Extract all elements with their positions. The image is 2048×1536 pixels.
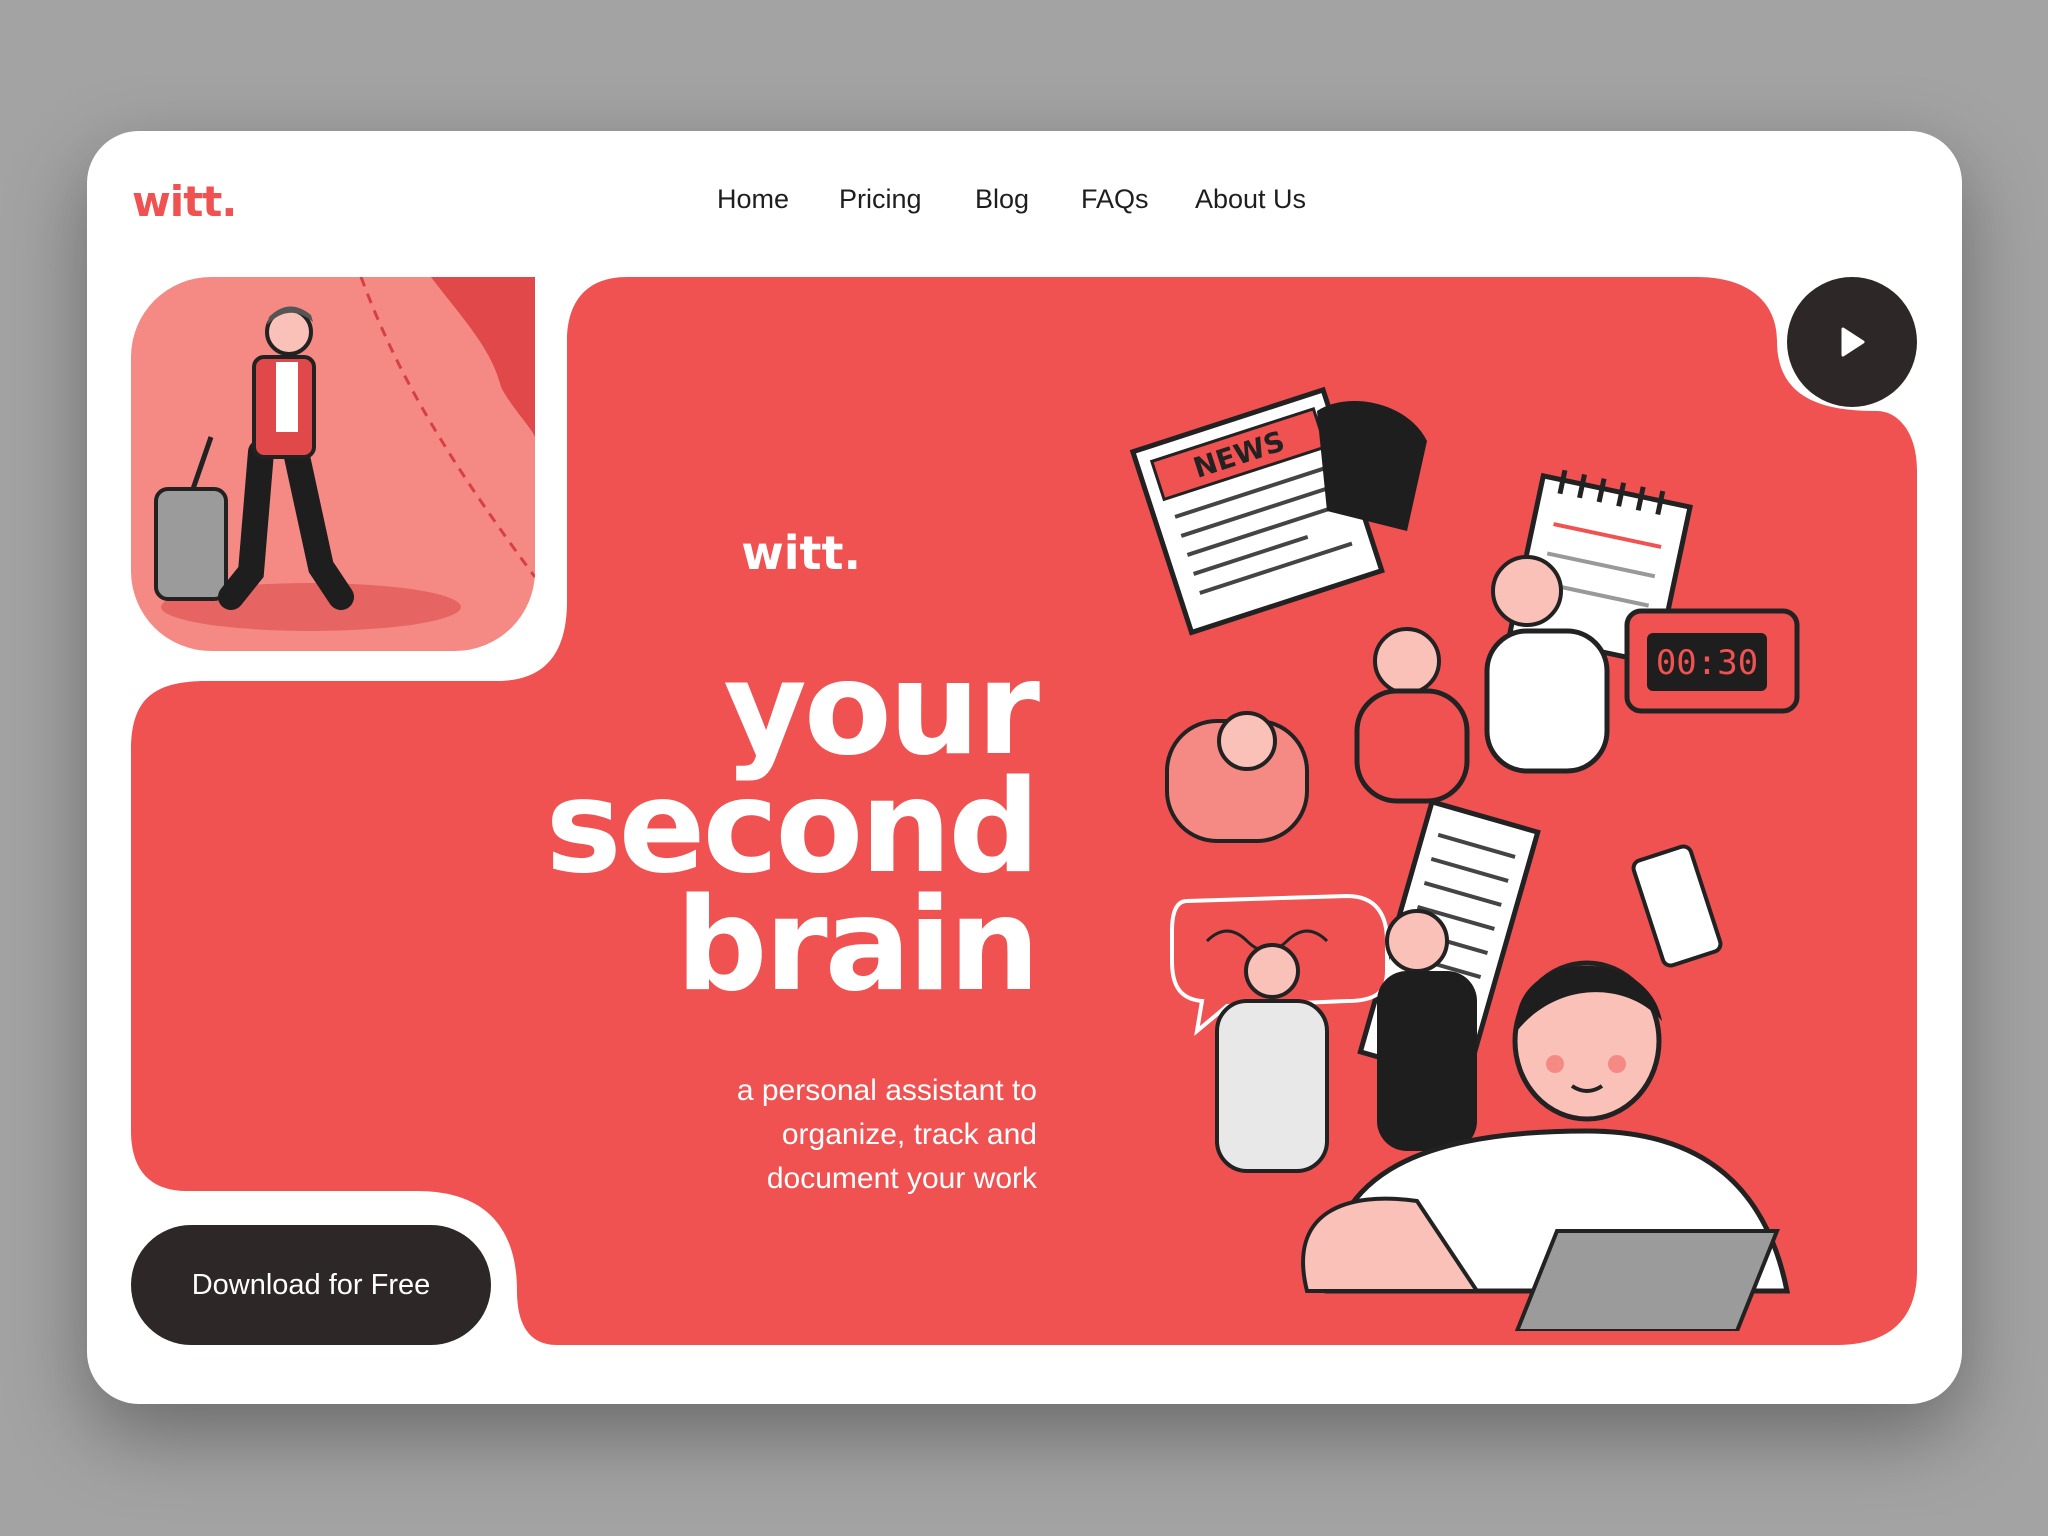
hero-subtext: a personal assistant to organize, track … [537,1069,1037,1201]
subtext-line-3: document your work [766,1162,1037,1195]
subtext-line-2: organize, track and [781,1118,1037,1151]
subtext-line-1: a personal assistant to [736,1074,1037,1107]
headline-line-1: your [723,635,1040,784]
landing-page-card: witt. Home Pricing Blog FAQs About Us wi… [87,131,1962,1404]
headline-line-3: brain [675,871,1040,1020]
hero-headline: your second brain [337,635,1040,1020]
traveler-illustration [131,276,537,651]
busy-people-collage-illustration: NEWS 00:30 [1087,331,1827,1333]
download-button[interactable]: Download for Free [131,1225,491,1345]
play-button[interactable] [1787,277,1917,407]
play-icon [1841,327,1865,357]
headline-line-2: second [545,753,1040,902]
clock-display: 00:30 [1656,643,1758,683]
